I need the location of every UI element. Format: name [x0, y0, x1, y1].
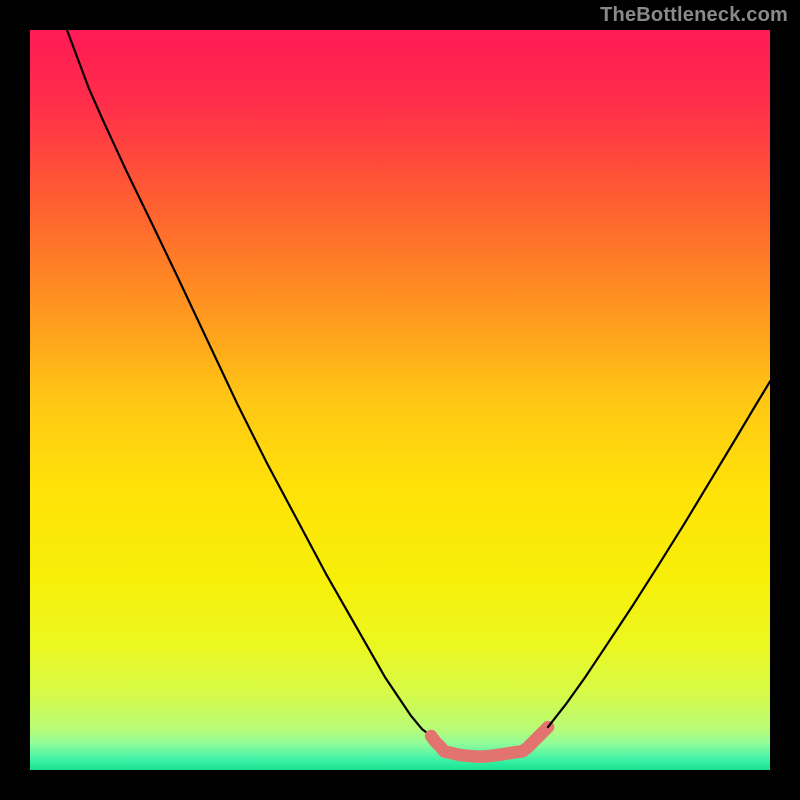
- attribution-text: TheBottleneck.com: [600, 4, 788, 27]
- page-root: TheBottleneck.com: [0, 0, 800, 800]
- chart-container: [30, 30, 770, 770]
- chart-background: [30, 30, 770, 770]
- bottleneck-chart: [30, 30, 770, 770]
